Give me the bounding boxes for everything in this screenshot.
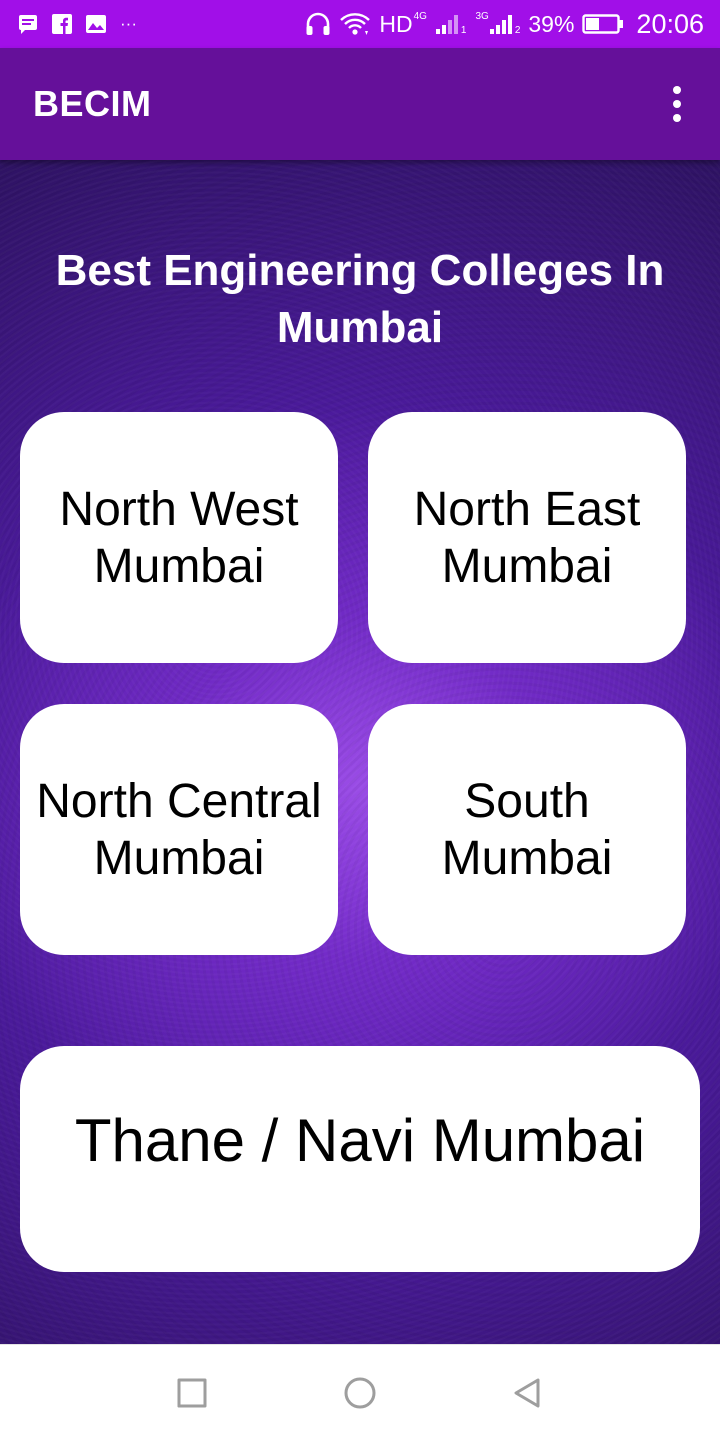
network-type-label: HD 4G: [379, 11, 427, 38]
more-notifications-indicator: ···: [120, 14, 137, 33]
north-west-mumbai-button[interactable]: North West Mumbai: [20, 412, 338, 663]
tile-label-line2: Mumbai: [441, 539, 613, 593]
tile-label-line1: South: [464, 774, 590, 828]
tile-label-line2: Mumbai: [93, 539, 265, 593]
hd-label: HD: [379, 10, 413, 37]
page-heading: Best Engineering Colleges In Mumbai: [55, 246, 665, 352]
wifi-icon: [339, 12, 371, 36]
network-3g-label: 3G: [475, 10, 489, 22]
battery-icon: [582, 13, 624, 35]
sim1-label: 1: [460, 24, 467, 36]
main-content: Best Engineering Colleges In Mumbai Nort…: [0, 160, 720, 1344]
tile-label-line1: North Central: [36, 774, 322, 828]
status-bar: ··· HD 4G 1 3G 2 39% 20:06: [0, 0, 720, 48]
navigation-bar: [0, 1344, 720, 1440]
thane-navi-mumbai-button[interactable]: Thane / Navi Mumbai: [20, 1046, 700, 1272]
tile-label: North East Mumbai: [368, 481, 686, 595]
battery-percent: 39%: [528, 10, 575, 37]
tile-label: Thane / Navi Mumbai: [74, 1107, 646, 1174]
tile-label-line1: North West: [59, 482, 299, 536]
more-vertical-icon[interactable]: [662, 79, 692, 129]
headphones-icon: [305, 12, 331, 36]
tile-label: North West Mumbai: [20, 481, 338, 595]
menu-dot: [673, 114, 681, 122]
north-east-mumbai-button[interactable]: North East Mumbai: [368, 412, 686, 663]
message-icon: [18, 14, 38, 34]
signal-icon: 1: [435, 13, 467, 36]
tile-label: North Central Mumbai: [20, 773, 338, 887]
tile-label: South Mumbai: [368, 773, 686, 887]
menu-dot: [673, 100, 681, 108]
recents-icon[interactable]: [162, 1363, 222, 1423]
home-icon[interactable]: [330, 1363, 390, 1423]
tile-label-line2: Mumbai: [93, 831, 265, 885]
menu-dot: [673, 86, 681, 94]
clock: 20:06: [636, 8, 704, 39]
back-icon[interactable]: [497, 1363, 557, 1423]
image-icon: [86, 15, 106, 33]
signal-icon-sim2: 3G 2: [474, 10, 521, 36]
network-4g-label: 4G: [413, 10, 427, 22]
sim2-label: 2: [514, 24, 521, 36]
system-icons: HD 4G 1 3G 2 39% 20:06: [297, 9, 704, 40]
tile-label-line1: North East: [413, 482, 641, 536]
tile-label-line2: Mumbai: [441, 831, 613, 885]
facebook-icon: [52, 14, 72, 34]
north-central-mumbai-button[interactable]: North Central Mumbai: [20, 704, 338, 955]
notification-icons: ···: [18, 14, 151, 34]
app-bar: BECIM: [0, 48, 720, 160]
app-title: BECIM: [33, 83, 152, 124]
south-mumbai-button[interactable]: South Mumbai: [368, 704, 686, 955]
